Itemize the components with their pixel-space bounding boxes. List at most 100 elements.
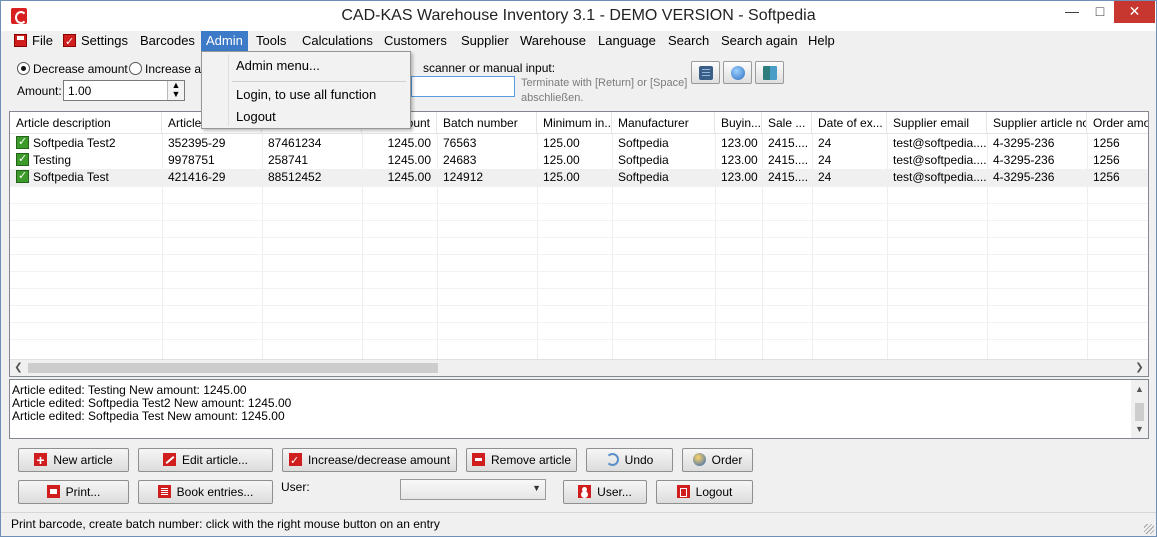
button-label: User...: [597, 485, 632, 499]
cell: 24: [818, 153, 832, 167]
cell: 1245.00: [387, 153, 431, 167]
cell: 124912: [443, 170, 484, 184]
menu-tools[interactable]: Tools: [251, 31, 291, 51]
remove-article-button[interactable]: Remove article: [466, 448, 577, 472]
menu-customers[interactable]: Customers: [379, 31, 452, 51]
maximize-button[interactable]: □: [1086, 1, 1114, 23]
menu-settings[interactable]: Settings: [58, 31, 133, 52]
log-line: Article edited: Testing New amount: 1245…: [12, 383, 247, 397]
book-entries-button[interactable]: Book entries...: [138, 480, 273, 504]
order-button[interactable]: Order: [682, 448, 753, 472]
menu-warehouse[interactable]: Warehouse: [515, 31, 591, 51]
column-header[interactable]: Batch number: [437, 112, 537, 134]
resize-grip-icon[interactable]: [1144, 524, 1154, 534]
cell: Softpedia: [618, 170, 669, 184]
decrease-amount-label: Decrease amount: [33, 62, 128, 76]
column-header[interactable]: Article description: [10, 112, 162, 134]
column-header[interactable]: Sale ...: [762, 112, 812, 134]
checkmark-icon: [63, 32, 76, 52]
user-button[interactable]: User...: [563, 480, 647, 504]
minimize-button[interactable]: —: [1058, 1, 1086, 23]
book-icon: [763, 66, 777, 80]
table-row[interactable]: Softpedia Test2 352395-29 87461234 1245.…: [10, 135, 1148, 152]
logout-menu-item[interactable]: Logout: [236, 109, 276, 124]
database-icon: [699, 66, 713, 80]
cell: 4-3295-236: [993, 136, 1055, 150]
amount-spinner[interactable]: ▲ ▼: [167, 81, 184, 100]
menu-help[interactable]: Help: [803, 31, 840, 51]
column-header[interactable]: Manufacturer: [612, 112, 715, 134]
log-line: Article edited: Softpedia Test2 New amou…: [12, 396, 292, 410]
cell-article-description: Softpedia Test: [10, 169, 162, 186]
button-label: Increase/decrease amount: [307, 453, 451, 467]
column-header[interactable]: Buyin...: [715, 112, 762, 134]
column-header[interactable]: Order amou: [1087, 112, 1148, 134]
user-icon: [578, 485, 592, 498]
menu-supplier[interactable]: Supplier: [456, 31, 514, 51]
cell: 123.00: [721, 153, 758, 167]
database-button[interactable]: [691, 61, 720, 84]
web-button[interactable]: [723, 61, 752, 84]
button-label: Print...: [65, 485, 101, 499]
disk-icon: [14, 34, 27, 47]
cell: 2415....: [768, 136, 809, 150]
vertical-scrollbar[interactable]: ▲ ▼: [1131, 380, 1148, 438]
menu-file[interactable]: File: [9, 31, 58, 51]
button-label: Remove article: [490, 453, 572, 467]
button-label: Edit article...: [181, 453, 249, 467]
menu-search-again[interactable]: Search again: [716, 31, 803, 51]
menu-search[interactable]: Search: [663, 31, 714, 51]
cell: 1245.00: [387, 170, 431, 184]
menu-barcodes[interactable]: Barcodes: [135, 31, 200, 51]
user-select[interactable]: ▼: [400, 479, 546, 500]
column-header[interactable]: Supplier email: [887, 112, 987, 134]
cell: 123.00: [721, 170, 758, 184]
menu-calculations[interactable]: Calculations: [297, 31, 378, 51]
cell: 2415....: [768, 170, 809, 184]
globe-icon: [692, 453, 706, 466]
scroll-down-icon[interactable]: ▼: [1131, 422, 1148, 436]
window-title: CAD-KAS Warehouse Inventory 3.1 - DEMO V…: [341, 7, 816, 24]
cell: 1245.00: [387, 136, 431, 150]
row-gridline: [10, 186, 1148, 187]
cell: test@softpedia....: [893, 153, 987, 167]
table-row-selected[interactable]: Softpedia Test 421416-29 88512452 1245.0…: [10, 169, 1148, 186]
table-row[interactable]: Testing 9978751 258741 1245.00 24683 125…: [10, 152, 1148, 169]
checkmark-icon: [288, 450, 302, 472]
menu-admin[interactable]: Admin: [201, 31, 248, 51]
print-button[interactable]: Print...: [18, 480, 129, 504]
manual-button[interactable]: [755, 61, 784, 84]
scrollbar-thumb[interactable]: [1135, 403, 1144, 421]
column-header[interactable]: Minimum in...: [537, 112, 612, 134]
edit-article-button[interactable]: Edit article...: [138, 448, 273, 472]
row-gridline: [10, 254, 1148, 255]
login-menu-item[interactable]: Login, to use all function: [236, 87, 376, 102]
scroll-left-icon[interactable]: ❮: [10, 360, 27, 376]
scroll-right-icon[interactable]: ❯: [1131, 360, 1148, 376]
increase-decrease-button[interactable]: Increase/decrease amount: [282, 448, 457, 472]
row-gridline: [10, 305, 1148, 306]
admin-menu-item[interactable]: Admin menu...: [236, 58, 320, 73]
scrollbar-thumb[interactable]: [28, 363, 438, 373]
horizontal-scrollbar[interactable]: ❮ ❯: [10, 359, 1148, 376]
menu-file-label: File: [32, 33, 53, 48]
decrease-amount-radio[interactable]: Decrease amount: [17, 61, 128, 77]
logout-button[interactable]: Logout: [656, 480, 753, 504]
in-stock-check-icon: [16, 169, 29, 185]
article-grid[interactable]: Article description Article n Amount Bat…: [9, 111, 1149, 377]
logout-icon: [676, 485, 690, 498]
cell-article-description: Softpedia Test2: [10, 135, 162, 152]
scanner-input[interactable]: [411, 76, 515, 97]
column-header[interactable]: Supplier article no.: [987, 112, 1087, 134]
button-label: Undo: [624, 453, 654, 467]
increase-amount-radio[interactable]: Increase am: [129, 61, 211, 77]
cell: 1256: [1093, 153, 1120, 167]
close-button[interactable]: ✕: [1114, 1, 1155, 23]
undo-button[interactable]: Undo: [586, 448, 673, 472]
menu-language[interactable]: Language: [593, 31, 661, 51]
row-gridline: [10, 220, 1148, 221]
activity-log[interactable]: Article edited: Testing New amount: 1245…: [9, 379, 1149, 439]
column-header[interactable]: Date of ex...: [812, 112, 887, 134]
new-article-button[interactable]: New article: [18, 448, 129, 472]
scroll-up-icon[interactable]: ▲: [1131, 382, 1148, 396]
